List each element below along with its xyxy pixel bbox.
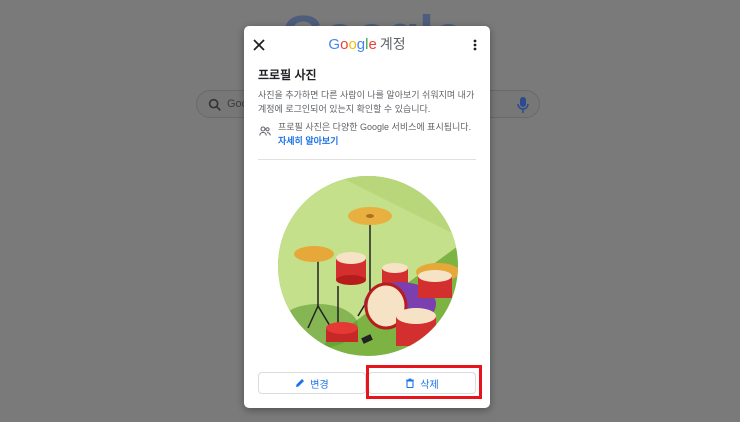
info-text-body: 프로필 사진은 다양한 Google 서비스에 표시됩니다.: [278, 122, 472, 132]
mic-icon[interactable]: [517, 97, 529, 113]
brand-letter: e: [368, 36, 377, 53]
change-button-label: 변경: [310, 379, 329, 391]
learn-more-link[interactable]: 자세히 알아보기: [278, 136, 338, 146]
brand-letter: G: [328, 36, 341, 53]
divider: [258, 159, 476, 160]
description-text: 사진을 추가하면 다른 사람이 나를 알아보기 쉬워지며 내가 계정에 로그인되…: [258, 90, 475, 114]
people-icon: [259, 126, 271, 136]
pencil-icon: [296, 379, 305, 387]
change-button[interactable]: 변경: [258, 372, 366, 394]
google-account-dialog: Google 계정 프로필 사진 사진을 추가하면 다른 사람이 나를 알아보기 …: [244, 26, 490, 408]
google-brand: Google: [328, 36, 376, 53]
brand-letter: g: [356, 36, 366, 53]
dialog-title: Google 계정: [244, 34, 490, 54]
search-icon: [208, 98, 221, 111]
more-vert-icon[interactable]: [468, 38, 482, 52]
trash-icon: [406, 378, 415, 388]
info-text: 프로필 사진은 다양한 Google 서비스에 표시됩니다. 자세히 알아보기: [278, 120, 478, 148]
profile-photo: [278, 176, 458, 356]
brand-letter: o: [348, 36, 357, 53]
delete-button-label: 삭제: [420, 379, 439, 391]
dialog-title-suffix: 계정: [379, 36, 406, 52]
section-heading: 프로필 사진: [258, 68, 317, 82]
delete-button[interactable]: 삭제: [368, 372, 476, 394]
